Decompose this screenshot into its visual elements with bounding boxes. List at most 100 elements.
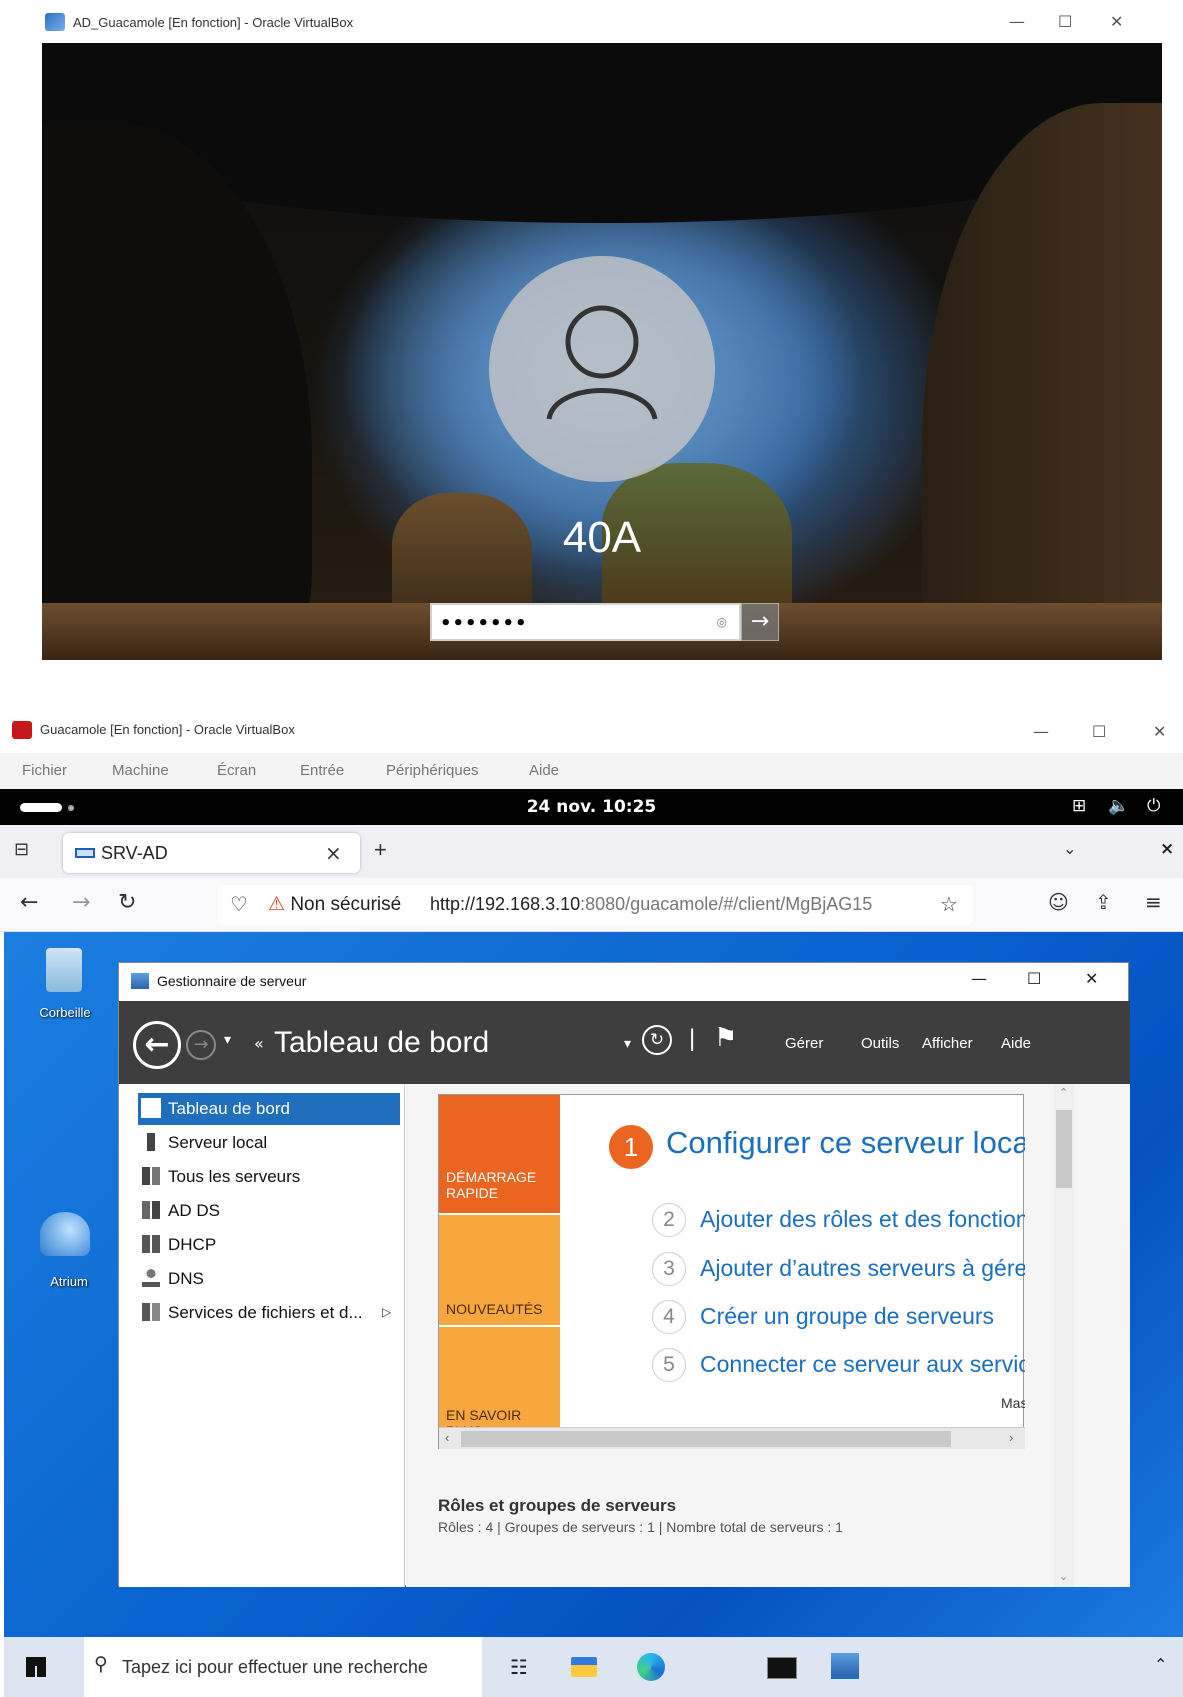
nav-item-dns[interactable]: DNS <box>138 1263 400 1295</box>
unlock-icon: ⚠ <box>268 894 286 915</box>
eye-icon[interactable]: ◎ <box>717 615 727 629</box>
tab-srv-ad[interactable]: SRV-AD × <box>63 833 360 873</box>
menu-aide[interactable]: Aide <box>529 762 559 779</box>
bookmark-star-icon[interactable]: ☆ <box>940 892 958 917</box>
menu-outils[interactable]: Outils <box>861 1035 899 1052</box>
scroll-right-icon[interactable]: › <box>1009 1430 1013 1445</box>
menu-hamburger-icon[interactable]: ≡ <box>1145 890 1162 914</box>
vm-titlebar[interactable]: Guacamole [En fonction] - Oracle Virtual… <box>0 710 1183 750</box>
scrollbar-thumb[interactable] <box>1056 1110 1072 1188</box>
recycle-bin-icon[interactable] <box>46 948 82 992</box>
breadcrumb-chevron-icon: « <box>254 1034 264 1053</box>
url-text[interactable]: http://192.168.3.10:8080/guacamole/#/cli… <box>430 894 950 915</box>
menu-gerer[interactable]: Gérer <box>785 1035 823 1052</box>
nav-item-label: DNS <box>168 1269 204 1288</box>
maximize-icon[interactable]: ☐ <box>1092 722 1106 741</box>
nav-item-dhcp[interactable]: DHCP <box>138 1229 400 1261</box>
back-circle-icon[interactable]: ← <box>133 1021 181 1069</box>
taskbar-search[interactable]: ⚲ Tapez ici pour effectuer une recherche <box>84 1637 482 1697</box>
server-manager-taskbar-icon[interactable] <box>831 1653 859 1679</box>
menu-ecran[interactable]: Écran <box>217 762 256 779</box>
new-tab-button[interactable]: + <box>374 837 387 863</box>
step-4-link[interactable]: Créer un groupe de serveurs <box>700 1303 994 1330</box>
refresh-icon[interactable]: ↻ <box>642 1025 672 1055</box>
tab-title: SRV-AD <box>101 843 168 863</box>
minimize-icon[interactable]: — <box>1033 722 1049 741</box>
edge-icon[interactable] <box>637 1653 665 1681</box>
nav-item-tableau-de-bord[interactable]: Tableau de bord <box>138 1093 400 1125</box>
chevron-down-icon[interactable]: ⌄ <box>1063 839 1076 858</box>
nav-item-serveur-local[interactable]: Serveur local <box>138 1127 400 1159</box>
shield-icon[interactable]: ♡ <box>230 892 248 916</box>
minimize-icon[interactable]: — <box>971 969 987 988</box>
not-secure-label[interactable]: ⚠ Non sécurisé <box>268 893 401 916</box>
reload-icon[interactable]: ↻ <box>118 890 136 915</box>
account-icon[interactable]: ☺ <box>1048 890 1069 914</box>
scroll-down-icon[interactable]: ⌄ <box>1059 1570 1068 1583</box>
step-3-link[interactable]: Ajouter d’autres serveurs à gérer <box>700 1255 1025 1282</box>
menu-peripheriques[interactable]: Périphériques <box>386 762 479 779</box>
expand-arrow-icon[interactable]: ▷ <box>382 1305 391 1319</box>
vertical-scrollbar[interactable]: ⌃ ⌄ <box>1054 1084 1074 1587</box>
dashboard-icon <box>141 1098 161 1118</box>
nav-item-services-de-fichiers[interactable]: Services de fichiers et d... ▷ <box>138 1297 400 1329</box>
tile-en-savoir-plus[interactable]: EN SAVOIR PLUS <box>439 1327 560 1439</box>
network-icon[interactable]: ⊞ <box>1072 796 1086 816</box>
maximize-icon[interactable]: ☐ <box>1058 12 1072 31</box>
command-prompt-icon[interactable] <box>767 1657 797 1679</box>
menu-aide[interactable]: Aide <box>1001 1035 1031 1052</box>
atrium-shortcut-icon[interactable] <box>40 1212 90 1256</box>
tile-nouveautes[interactable]: NOUVEAUTÉS <box>439 1215 560 1325</box>
task-view-icon[interactable]: ☷ <box>510 1655 528 1679</box>
close-icon[interactable]: ✕ <box>1153 722 1166 741</box>
nav-item-ad-ds[interactable]: AD DS <box>138 1195 400 1227</box>
step-2-link[interactable]: Ajouter des rôles et des fonctionnalités <box>700 1206 1025 1233</box>
url-rest: :8080/guacamole/#/client/MgBjAG15 <box>580 894 873 914</box>
submit-arrow-button[interactable]: → <box>741 603 779 641</box>
close-icon[interactable]: ✕ <box>1110 12 1123 31</box>
maximize-icon[interactable]: ☐ <box>1027 969 1041 988</box>
gnome-top-bar: 24 nov. 10:25 ⊞ 🔈 ⏻ <box>0 789 1183 825</box>
vm-window-ad-guacamole: AD_Guacamole [En fonction] - Oracle Virt… <box>0 0 1183 660</box>
nav-item-tous-les-serveurs[interactable]: Tous les serveurs <box>138 1161 400 1193</box>
volume-icon[interactable]: 🔈 <box>1108 796 1129 816</box>
dns-icon <box>142 1269 160 1287</box>
password-field[interactable]: ••••••• ◎ <box>430 603 741 641</box>
scroll-left-icon[interactable]: ‹ <box>445 1430 449 1445</box>
file-explorer-icon[interactable] <box>571 1657 597 1677</box>
menu-afficher[interactable]: Afficher <box>922 1035 973 1052</box>
vm-titlebar[interactable]: AD_Guacamole [En fonction] - Oracle Virt… <box>0 0 1183 43</box>
separator: | <box>689 1025 696 1052</box>
tab-list-icon[interactable]: ⊟ <box>14 839 29 860</box>
url-bar[interactable]: ♡ ⚠ Non sécurisé http://192.168.3.10:808… <box>218 885 973 925</box>
tab-close-icon[interactable]: × <box>325 841 342 865</box>
horizontal-scrollbar[interactable]: ‹ › <box>439 1427 1025 1449</box>
hide-link[interactable]: Masquer <box>1001 1395 1025 1411</box>
atrium-label[interactable]: Atrium <box>34 1274 104 1289</box>
menu-entree[interactable]: Entrée <box>300 762 344 779</box>
gnome-clock[interactable]: 24 nov. 10:25 <box>0 797 1183 817</box>
menu-fichier[interactable]: Fichier <box>22 762 67 779</box>
chevron-up-icon[interactable]: ⌃ <box>1154 1655 1167 1674</box>
menu-machine[interactable]: Machine <box>112 762 169 779</box>
back-arrow-icon[interactable]: ← <box>20 890 38 915</box>
step-1-link[interactable]: Configurer ce serveur local <box>666 1125 1025 1161</box>
tile-demarrage-rapide[interactable]: DÉMARRAGE RAPIDE <box>439 1095 560 1213</box>
step-5-link[interactable]: Connecter ce serveur aux services cloud <box>700 1351 1025 1378</box>
scroll-up-icon[interactable]: ⌃ <box>1059 1086 1068 1099</box>
history-dropdown-icon[interactable]: ▾ <box>224 1031 231 1048</box>
close-icon[interactable]: ✕ <box>1085 969 1098 988</box>
notifications-flag-icon[interactable]: ⚑ <box>714 1023 737 1053</box>
close-window-icon[interactable]: × <box>1160 839 1174 859</box>
power-icon[interactable]: ⏻ <box>1147 796 1160 816</box>
forward-circle-icon[interactable]: → <box>186 1030 216 1060</box>
forward-arrow-icon[interactable]: → <box>72 890 90 915</box>
minimize-icon[interactable]: — <box>1009 12 1025 31</box>
recycle-bin-label[interactable]: Corbeille <box>30 1005 100 1020</box>
scrollbar-thumb[interactable] <box>461 1431 951 1447</box>
extensions-icon[interactable]: ⇪ <box>1095 890 1112 914</box>
step-1-badge: 1 <box>609 1125 653 1169</box>
title-dropdown-icon[interactable]: ▾ <box>624 1035 631 1052</box>
windows-start-icon[interactable] <box>26 1657 46 1677</box>
remote-desktop-icon <box>75 848 95 858</box>
